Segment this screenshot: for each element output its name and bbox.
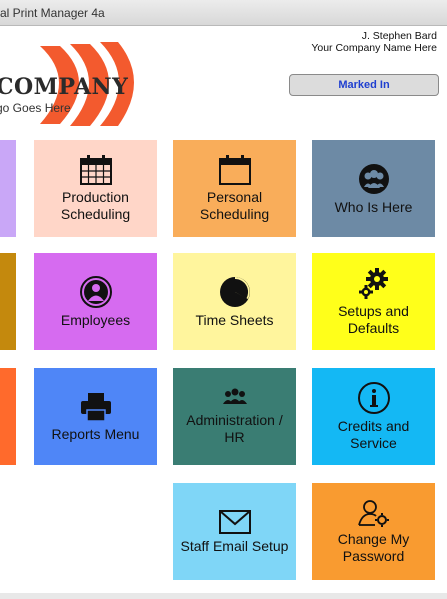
user-gear-icon [357,500,389,527]
tile-administration-hr[interactable]: Administration / HR [173,368,296,465]
person-circle-icon [79,275,112,308]
tile-setups-defaults[interactable]: Setups and Defaults [312,253,435,350]
tile-label: Employees [60,311,131,328]
tile-label-line2: HR [224,429,245,445]
window-titlebar: ital Print Manager 4a [0,0,447,26]
tile-label: Who Is Here [334,198,413,215]
tile-label-line2: Service [350,435,397,451]
tile-label-line2: Password [342,548,405,564]
logo-text: COMPANY [0,74,129,100]
user-info: J. Stephen Bard Your Company Name Here [311,30,437,54]
calendar-grid-icon [79,155,112,185]
tile-label-line1: Administration / [186,412,283,428]
info-icon [357,382,390,414]
tile-partial-left-3[interactable] [0,368,16,465]
tile-label: Time Sheets [195,311,274,328]
window-bottom-edge [0,593,447,599]
tile-credits-service[interactable]: Credits and Service [312,368,435,465]
pie-chart-icon [219,276,250,307]
tile-partial-left-1[interactable] [0,140,16,237]
tile-reports-menu[interactable]: Reports Menu [34,368,157,465]
tile-who-is-here[interactable]: Who Is Here [312,140,435,237]
window-title: ital Print Manager 4a [0,6,105,20]
logo-subtext: go Goes Here [0,101,71,115]
tile-label-line1: Production [62,189,129,205]
tile-staff-email-setup[interactable]: Staff Email Setup [173,483,296,580]
tile-label: Reports Menu [51,425,140,442]
user-name: J. Stephen Bard [361,30,437,42]
tile-label-line1: Credits and [337,418,410,434]
tile-label-line2: Defaults [347,320,400,336]
tile-label-line2: Scheduling [199,206,270,222]
printer-icon [80,392,111,422]
tile-production-scheduling[interactable]: Production Scheduling [34,140,157,237]
tile-label: Staff Email Setup [180,537,289,554]
tile-time-sheets[interactable]: Time Sheets [173,253,296,350]
tile-label-line1: Setups and [338,303,409,319]
tile-personal-scheduling[interactable]: Personal Scheduling [173,140,296,237]
tile-label-line1: Personal [206,189,263,205]
gears-icon [358,268,388,299]
tile-change-password[interactable]: Change My Password [312,483,435,580]
tile-label-line1: Change My [337,531,410,547]
marked-in-button[interactable]: Marked In [289,74,439,96]
calendar-icon [218,155,251,185]
tile-employees[interactable]: Employees [34,253,157,350]
tile-label-line2: Scheduling [60,206,131,222]
people-group-icon [222,388,247,404]
tile-partial-left-2[interactable] [0,253,16,350]
envelope-icon [218,509,251,534]
group-circle-icon [358,163,389,194]
company-name: Your Company Name Here [311,42,437,54]
